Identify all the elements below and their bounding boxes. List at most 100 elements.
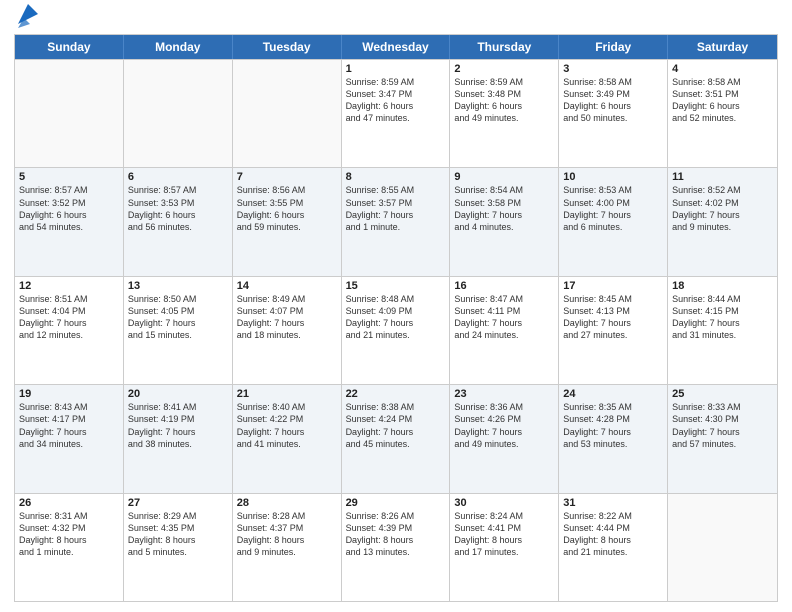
logo-icon — [16, 0, 38, 28]
calendar-cell: 16Sunrise: 8:47 AM Sunset: 4:11 PM Dayli… — [450, 277, 559, 384]
weekday-header: Wednesday — [342, 35, 451, 59]
cell-info: Sunrise: 8:31 AM Sunset: 4:32 PM Dayligh… — [19, 510, 119, 559]
cell-info: Sunrise: 8:55 AM Sunset: 3:57 PM Dayligh… — [346, 184, 446, 233]
calendar-cell — [233, 60, 342, 167]
calendar-cell — [124, 60, 233, 167]
cell-info: Sunrise: 8:28 AM Sunset: 4:37 PM Dayligh… — [237, 510, 337, 559]
calendar-cell: 22Sunrise: 8:38 AM Sunset: 4:24 PM Dayli… — [342, 385, 451, 492]
cell-info: Sunrise: 8:50 AM Sunset: 4:05 PM Dayligh… — [128, 293, 228, 342]
calendar-row: 19Sunrise: 8:43 AM Sunset: 4:17 PM Dayli… — [15, 384, 777, 492]
calendar-cell: 30Sunrise: 8:24 AM Sunset: 4:41 PM Dayli… — [450, 494, 559, 601]
cell-info: Sunrise: 8:38 AM Sunset: 4:24 PM Dayligh… — [346, 401, 446, 450]
calendar-cell: 1Sunrise: 8:59 AM Sunset: 3:47 PM Daylig… — [342, 60, 451, 167]
calendar-cell: 18Sunrise: 8:44 AM Sunset: 4:15 PM Dayli… — [668, 277, 777, 384]
day-number: 11 — [672, 171, 773, 183]
cell-info: Sunrise: 8:40 AM Sunset: 4:22 PM Dayligh… — [237, 401, 337, 450]
calendar-cell: 11Sunrise: 8:52 AM Sunset: 4:02 PM Dayli… — [668, 168, 777, 275]
day-number: 23 — [454, 388, 554, 400]
calendar-cell: 24Sunrise: 8:35 AM Sunset: 4:28 PM Dayli… — [559, 385, 668, 492]
day-number: 25 — [672, 388, 773, 400]
day-number: 21 — [237, 388, 337, 400]
cell-info: Sunrise: 8:35 AM Sunset: 4:28 PM Dayligh… — [563, 401, 663, 450]
calendar-cell: 25Sunrise: 8:33 AM Sunset: 4:30 PM Dayli… — [668, 385, 777, 492]
calendar-cell: 13Sunrise: 8:50 AM Sunset: 4:05 PM Dayli… — [124, 277, 233, 384]
day-number: 13 — [128, 280, 228, 292]
cell-info: Sunrise: 8:59 AM Sunset: 3:48 PM Dayligh… — [454, 76, 554, 125]
day-number: 15 — [346, 280, 446, 292]
day-number: 30 — [454, 497, 554, 509]
calendar-cell: 6Sunrise: 8:57 AM Sunset: 3:53 PM Daylig… — [124, 168, 233, 275]
day-number: 20 — [128, 388, 228, 400]
day-number: 29 — [346, 497, 446, 509]
day-number: 5 — [19, 171, 119, 183]
calendar-cell: 23Sunrise: 8:36 AM Sunset: 4:26 PM Dayli… — [450, 385, 559, 492]
calendar-cell: 5Sunrise: 8:57 AM Sunset: 3:52 PM Daylig… — [15, 168, 124, 275]
cell-info: Sunrise: 8:44 AM Sunset: 4:15 PM Dayligh… — [672, 293, 773, 342]
cell-info: Sunrise: 8:26 AM Sunset: 4:39 PM Dayligh… — [346, 510, 446, 559]
cell-info: Sunrise: 8:54 AM Sunset: 3:58 PM Dayligh… — [454, 184, 554, 233]
calendar-row: 5Sunrise: 8:57 AM Sunset: 3:52 PM Daylig… — [15, 167, 777, 275]
cell-info: Sunrise: 8:56 AM Sunset: 3:55 PM Dayligh… — [237, 184, 337, 233]
day-number: 19 — [19, 388, 119, 400]
day-number: 2 — [454, 63, 554, 75]
calendar-header: SundayMondayTuesdayWednesdayThursdayFrid… — [15, 35, 777, 59]
calendar-cell: 2Sunrise: 8:59 AM Sunset: 3:48 PM Daylig… — [450, 60, 559, 167]
cell-info: Sunrise: 8:52 AM Sunset: 4:02 PM Dayligh… — [672, 184, 773, 233]
header — [14, 10, 778, 28]
day-number: 3 — [563, 63, 663, 75]
logo — [14, 10, 38, 28]
calendar-cell: 29Sunrise: 8:26 AM Sunset: 4:39 PM Dayli… — [342, 494, 451, 601]
cell-info: Sunrise: 8:53 AM Sunset: 4:00 PM Dayligh… — [563, 184, 663, 233]
calendar-cell: 15Sunrise: 8:48 AM Sunset: 4:09 PM Dayli… — [342, 277, 451, 384]
weekday-header: Friday — [559, 35, 668, 59]
cell-info: Sunrise: 8:43 AM Sunset: 4:17 PM Dayligh… — [19, 401, 119, 450]
calendar-cell: 7Sunrise: 8:56 AM Sunset: 3:55 PM Daylig… — [233, 168, 342, 275]
calendar-cell: 12Sunrise: 8:51 AM Sunset: 4:04 PM Dayli… — [15, 277, 124, 384]
calendar-cell — [15, 60, 124, 167]
cell-info: Sunrise: 8:33 AM Sunset: 4:30 PM Dayligh… — [672, 401, 773, 450]
day-number: 22 — [346, 388, 446, 400]
calendar-row: 26Sunrise: 8:31 AM Sunset: 4:32 PM Dayli… — [15, 493, 777, 601]
day-number: 24 — [563, 388, 663, 400]
day-number: 18 — [672, 280, 773, 292]
day-number: 31 — [563, 497, 663, 509]
calendar-body: 1Sunrise: 8:59 AM Sunset: 3:47 PM Daylig… — [15, 59, 777, 601]
day-number: 26 — [19, 497, 119, 509]
calendar-cell: 20Sunrise: 8:41 AM Sunset: 4:19 PM Dayli… — [124, 385, 233, 492]
cell-info: Sunrise: 8:22 AM Sunset: 4:44 PM Dayligh… — [563, 510, 663, 559]
weekday-header: Sunday — [15, 35, 124, 59]
calendar-cell — [668, 494, 777, 601]
cell-info: Sunrise: 8:47 AM Sunset: 4:11 PM Dayligh… — [454, 293, 554, 342]
calendar-row: 12Sunrise: 8:51 AM Sunset: 4:04 PM Dayli… — [15, 276, 777, 384]
cell-info: Sunrise: 8:45 AM Sunset: 4:13 PM Dayligh… — [563, 293, 663, 342]
calendar-cell: 4Sunrise: 8:58 AM Sunset: 3:51 PM Daylig… — [668, 60, 777, 167]
calendar-cell: 3Sunrise: 8:58 AM Sunset: 3:49 PM Daylig… — [559, 60, 668, 167]
cell-info: Sunrise: 8:29 AM Sunset: 4:35 PM Dayligh… — [128, 510, 228, 559]
cell-info: Sunrise: 8:49 AM Sunset: 4:07 PM Dayligh… — [237, 293, 337, 342]
cell-info: Sunrise: 8:57 AM Sunset: 3:52 PM Dayligh… — [19, 184, 119, 233]
cell-info: Sunrise: 8:59 AM Sunset: 3:47 PM Dayligh… — [346, 76, 446, 125]
cell-info: Sunrise: 8:58 AM Sunset: 3:49 PM Dayligh… — [563, 76, 663, 125]
calendar-cell: 19Sunrise: 8:43 AM Sunset: 4:17 PM Dayli… — [15, 385, 124, 492]
day-number: 6 — [128, 171, 228, 183]
weekday-header: Monday — [124, 35, 233, 59]
cell-info: Sunrise: 8:57 AM Sunset: 3:53 PM Dayligh… — [128, 184, 228, 233]
calendar-cell: 27Sunrise: 8:29 AM Sunset: 4:35 PM Dayli… — [124, 494, 233, 601]
weekday-header: Thursday — [450, 35, 559, 59]
day-number: 12 — [19, 280, 119, 292]
day-number: 9 — [454, 171, 554, 183]
calendar-cell: 14Sunrise: 8:49 AM Sunset: 4:07 PM Dayli… — [233, 277, 342, 384]
day-number: 10 — [563, 171, 663, 183]
day-number: 28 — [237, 497, 337, 509]
day-number: 27 — [128, 497, 228, 509]
calendar-cell: 17Sunrise: 8:45 AM Sunset: 4:13 PM Dayli… — [559, 277, 668, 384]
calendar-cell: 10Sunrise: 8:53 AM Sunset: 4:00 PM Dayli… — [559, 168, 668, 275]
calendar-cell: 8Sunrise: 8:55 AM Sunset: 3:57 PM Daylig… — [342, 168, 451, 275]
cell-info: Sunrise: 8:48 AM Sunset: 4:09 PM Dayligh… — [346, 293, 446, 342]
calendar-row: 1Sunrise: 8:59 AM Sunset: 3:47 PM Daylig… — [15, 59, 777, 167]
calendar: SundayMondayTuesdayWednesdayThursdayFrid… — [14, 34, 778, 602]
day-number: 8 — [346, 171, 446, 183]
cell-info: Sunrise: 8:41 AM Sunset: 4:19 PM Dayligh… — [128, 401, 228, 450]
cell-info: Sunrise: 8:24 AM Sunset: 4:41 PM Dayligh… — [454, 510, 554, 559]
weekday-header: Saturday — [668, 35, 777, 59]
